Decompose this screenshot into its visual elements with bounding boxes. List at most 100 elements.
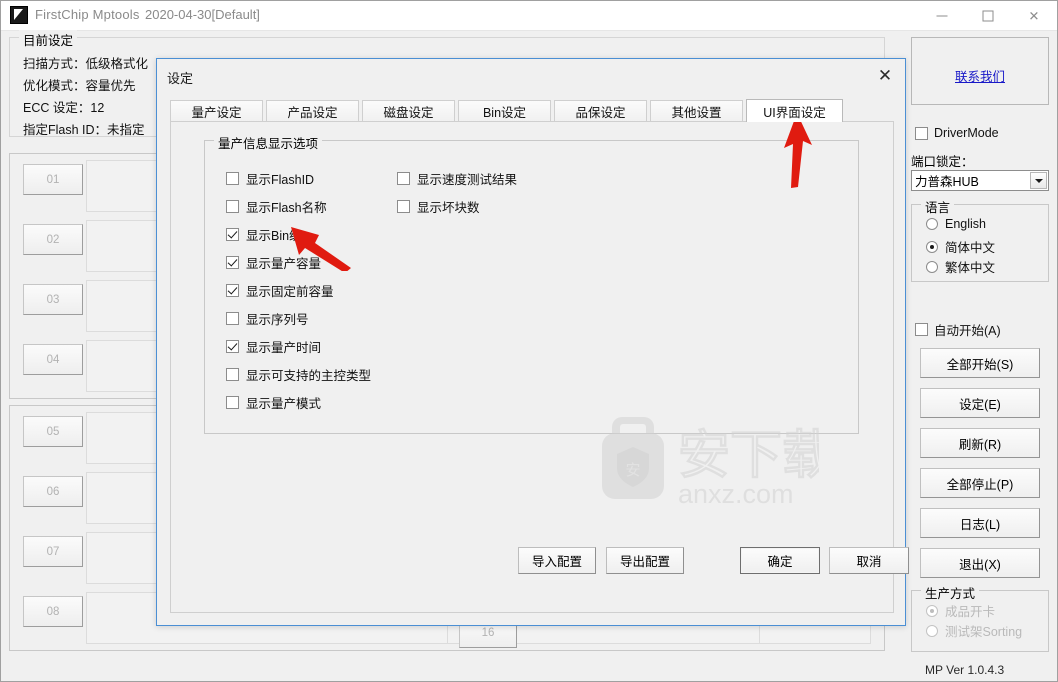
checkbox-box	[226, 396, 239, 409]
setting-scan-mode: 扫描方式：低级格式化	[23, 57, 149, 71]
app-profile-date: 2020-04-30[Default]	[145, 7, 260, 22]
language-label-traditional: 繁体中文	[945, 261, 996, 275]
checkbox-box	[226, 228, 239, 241]
dialog-close-icon[interactable]: ✕	[865, 59, 905, 93]
tab-other[interactable]: 其他设置	[650, 100, 743, 122]
start-all-button[interactable]: 全部开始(S)	[920, 348, 1040, 378]
maximize-button[interactable]	[965, 1, 1011, 30]
option-show-bad-block-count[interactable]: 显示坏块数	[397, 197, 480, 216]
option-show-flash-id[interactable]: 显示FlashID	[226, 169, 314, 188]
option-label: 显示FlashID	[246, 173, 315, 187]
option-show-fixed-capacity[interactable]: 显示固定前容量	[226, 281, 334, 300]
option-show-mp-mode[interactable]: 显示量产模式	[226, 393, 321, 412]
radio-circle	[926, 218, 938, 230]
radio-circle	[926, 260, 938, 273]
app-title: FirstChip Mptools	[35, 7, 140, 22]
option-show-speed-test-result[interactable]: 显示速度测试结果	[397, 169, 517, 188]
option-label: 显示可支持的主控类型	[246, 369, 372, 383]
auto-start-label: 自动开始(A)	[934, 324, 1001, 338]
driver-mode-checkbox[interactable]: DriverMode	[915, 126, 999, 140]
radio-language-english[interactable]: English	[926, 217, 986, 231]
tab-mass-production[interactable]: 量产设定	[170, 100, 263, 122]
port-button-04[interactable]: 04	[23, 344, 83, 375]
option-label: 显示坏块数	[417, 201, 480, 215]
checkbox-box	[226, 340, 239, 353]
option-show-mp-time[interactable]: 显示量产时间	[226, 337, 321, 356]
port-button-08[interactable]: 08	[23, 596, 83, 627]
display-options-group: 量产信息显示选项 显示FlashID 显示Flash名称 显示Bin级 显示量产…	[204, 133, 859, 434]
port-button-02[interactable]: 02	[23, 224, 83, 255]
language-group-title: 语言	[921, 197, 955, 216]
current-settings-title: 目前设定	[19, 30, 78, 49]
refresh-button[interactable]: 刷新(R)	[920, 428, 1040, 458]
checkbox-box	[397, 200, 410, 213]
application-window: FirstChip Mptools 2020-04-30[Default] ✕ …	[0, 0, 1058, 682]
chevron-down-icon[interactable]	[1030, 172, 1047, 189]
option-label: 显示Bin级	[246, 229, 302, 243]
tab-quality[interactable]: 品保设定	[554, 100, 647, 122]
option-show-mp-capacity[interactable]: 显示量产容量	[226, 253, 321, 272]
svg-text:安下载: 安下载	[678, 426, 819, 486]
tab-bin[interactable]: Bin设定	[458, 100, 551, 122]
option-label: 显示量产模式	[246, 397, 322, 411]
tab-strip: 量产设定 产品设定 磁盘设定 Bin设定 品保设定 其他设置 UI界面设定	[170, 99, 894, 122]
port-button-07[interactable]: 07	[23, 536, 83, 567]
setting-flash-id: 指定Flash ID：未指定	[23, 123, 145, 137]
port-button-01[interactable]: 01	[23, 164, 83, 195]
option-label: 显示序列号	[246, 313, 309, 327]
language-label-simplified: 简体中文	[945, 241, 996, 255]
option-label: 显示速度测试结果	[417, 173, 518, 187]
port-button-05[interactable]: 05	[23, 416, 83, 447]
contact-us-link[interactable]: 联系我们	[955, 66, 1005, 85]
checkbox-box	[226, 200, 239, 213]
port-lock-value: 力普森HUB	[915, 175, 979, 189]
svg-text:anxz.com: anxz.com	[678, 479, 794, 508]
dialog-title-bar: 设定 ✕	[157, 59, 905, 94]
checkbox-box	[226, 284, 239, 297]
radio-circle	[926, 624, 938, 637]
port-lock-label: 端口锁定：	[911, 155, 974, 169]
import-config-button[interactable]: 导入配置	[518, 547, 596, 574]
option-show-controller-types[interactable]: 显示可支持的主控类型	[226, 365, 371, 384]
port-button-03[interactable]: 03	[23, 284, 83, 315]
tab-ui-interface[interactable]: UI界面设定	[746, 99, 843, 122]
checkbox-box	[226, 172, 239, 185]
close-button[interactable]: ✕	[1011, 1, 1057, 30]
settings-button[interactable]: 设定(E)	[920, 388, 1040, 418]
production-label-finished: 成品开卡	[945, 605, 996, 619]
checkbox-box	[915, 126, 928, 140]
checkbox-box	[226, 368, 239, 381]
option-show-serial-number[interactable]: 显示序列号	[226, 309, 309, 328]
auto-start-checkbox[interactable]: 自动开始(A)	[915, 320, 1001, 339]
export-config-button[interactable]: 导出配置	[606, 547, 684, 574]
radio-language-traditional[interactable]: 繁体中文	[926, 257, 995, 276]
svg-text:安: 安	[625, 461, 640, 479]
setting-optimize: 优化模式：容量优先	[23, 79, 136, 93]
log-button[interactable]: 日志(L)	[920, 508, 1040, 538]
setting-ecc: ECC 设定：12	[23, 101, 105, 115]
ok-button[interactable]: 确定	[740, 547, 820, 574]
stop-all-button[interactable]: 全部停止(P)	[920, 468, 1040, 498]
radio-language-simplified[interactable]: 简体中文	[926, 237, 995, 256]
port-lock-dropdown[interactable]: 力普森HUB	[911, 170, 1049, 191]
production-label-sorting: 测试架Sorting	[945, 625, 1023, 639]
option-show-bin-level[interactable]: 显示Bin级	[226, 225, 302, 244]
radio-production-finished-card[interactable]: 成品开卡	[926, 601, 995, 620]
language-group: 语言 English 简体中文 繁体中文	[911, 197, 1049, 282]
tab-product[interactable]: 产品设定	[266, 100, 359, 122]
option-label: 显示固定前容量	[246, 285, 334, 299]
tab-disk[interactable]: 磁盘设定	[362, 100, 455, 122]
exit-button[interactable]: 退出(X)	[920, 548, 1040, 578]
checkbox-box	[397, 172, 410, 185]
radio-production-sorting[interactable]: 测试架Sorting	[926, 621, 1022, 640]
driver-mode-label: DriverMode	[934, 126, 999, 140]
checkbox-box	[226, 256, 239, 269]
minimize-button[interactable]	[919, 1, 965, 30]
port-button-06[interactable]: 06	[23, 476, 83, 507]
minimize-icon	[936, 15, 948, 16]
option-show-flash-name[interactable]: 显示Flash名称	[226, 197, 327, 216]
tab-panel-ui-interface: 量产信息显示选项 显示FlashID 显示Flash名称 显示Bin级 显示量产…	[170, 121, 909, 613]
cancel-button[interactable]: 取消	[829, 547, 909, 574]
production-mode-title: 生产方式	[921, 583, 980, 602]
version-label: MP Ver 1.0.4.3	[925, 663, 1005, 677]
